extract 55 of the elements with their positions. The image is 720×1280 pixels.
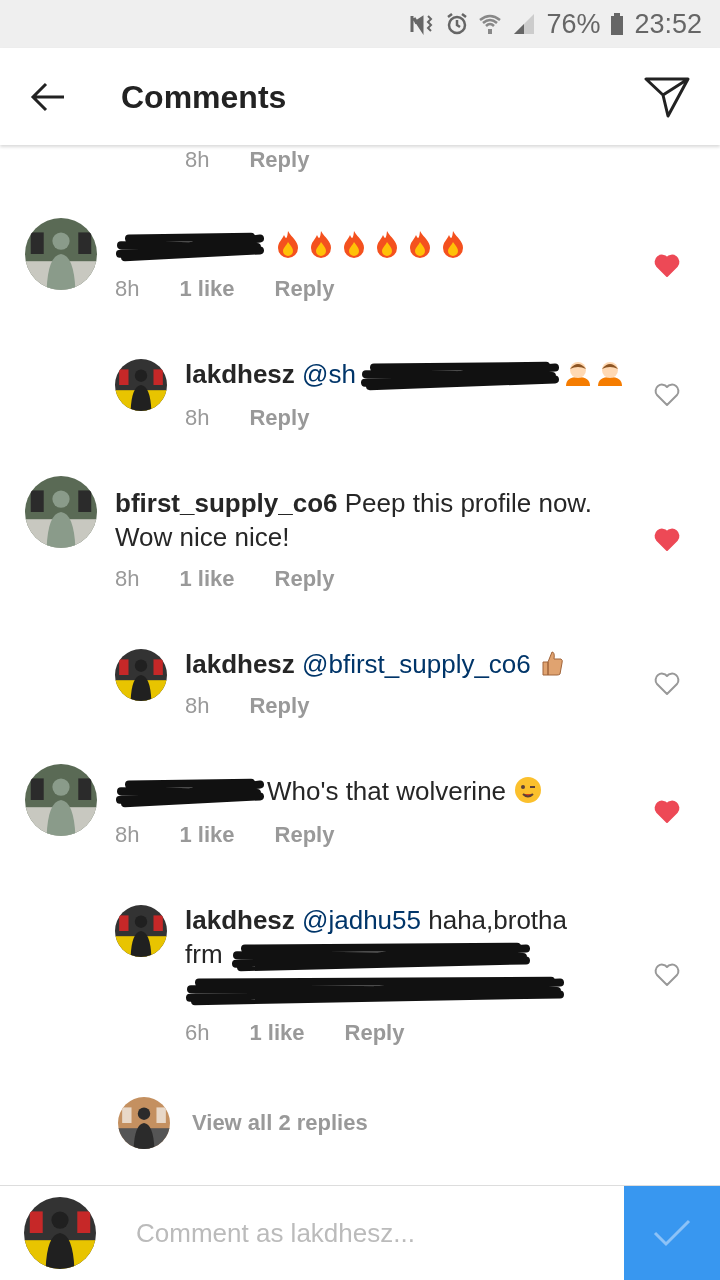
winking-face-icon [514, 776, 543, 805]
comment-time: 8h [115, 275, 140, 304]
mention-link[interactable]: @sh [302, 359, 356, 390]
reply-link[interactable]: Reply [249, 403, 310, 434]
back-arrow-icon[interactable] [30, 81, 66, 112]
wifi-icon [478, 12, 503, 36]
comment-time: 8h [185, 146, 210, 174]
checkmark-icon [652, 1218, 692, 1248]
heart-icon[interactable] [654, 672, 680, 697]
username[interactable]: lakdhesz [185, 649, 295, 680]
likes-link[interactable]: 1 like [249, 1017, 305, 1048]
flame-icon [309, 230, 333, 258]
send-icon[interactable] [644, 75, 690, 118]
view-replies-link[interactable]: View all 2 replies [192, 1106, 368, 1139]
comment-text: bfirst_supply_co6 Peep this profile now. Wow nice nice! [115, 487, 593, 555]
flame-icon [342, 230, 366, 258]
username[interactable]: lakdhesz [185, 359, 295, 390]
comment-time: 8h [115, 821, 140, 850]
heart-icon[interactable] [654, 800, 680, 825]
comment-time: 8h [115, 565, 140, 594]
likes-link[interactable]: 1 like [179, 820, 235, 851]
mention-link[interactable]: @jadhu55 [302, 905, 421, 936]
person-bowing-icon [595, 359, 624, 388]
likes-link[interactable]: 1 like [179, 564, 235, 595]
comment-input[interactable]: Comment as lakdhesz... [136, 1213, 624, 1253]
username[interactable]: lakdhesz [185, 905, 295, 936]
flame-icon [441, 230, 465, 258]
reply-link[interactable]: Reply [249, 145, 310, 175]
comment-time: 8h [185, 404, 210, 433]
flame-icon [276, 230, 300, 258]
username[interactable]: bfirst_supply_co6 [115, 488, 338, 519]
clock: 23:52 [634, 7, 702, 41]
comment-text: Who's that wolverine [115, 774, 625, 811]
reply-link[interactable]: Reply [274, 820, 335, 851]
comment-time: 8h [185, 692, 210, 721]
person-bowing-icon [563, 359, 592, 388]
reply-link[interactable]: Reply [249, 691, 310, 722]
mention-link[interactable]: @bfirst_supply_co6 [302, 649, 531, 680]
reply-link[interactable]: Reply [344, 1017, 405, 1048]
page-title: Comments [121, 77, 288, 117]
flame-icon [375, 230, 399, 258]
heart-icon[interactable] [654, 383, 680, 408]
signal-icon [512, 12, 537, 36]
comment-text: lakdhesz @jadhu55 haha,brotha frm [185, 903, 585, 974]
battery-level: 76% [546, 7, 601, 41]
battery-icon [610, 12, 625, 36]
comment-time: 6h [185, 1018, 210, 1047]
heart-icon[interactable] [654, 528, 680, 553]
heart-icon[interactable] [654, 254, 680, 279]
flame-icon [408, 230, 432, 258]
alarm-icon [446, 12, 469, 36]
heart-icon[interactable] [654, 963, 680, 988]
reply-link[interactable]: Reply [274, 274, 335, 305]
likes-link[interactable]: 1 like [179, 274, 235, 305]
reply-link[interactable]: Reply [274, 564, 335, 595]
